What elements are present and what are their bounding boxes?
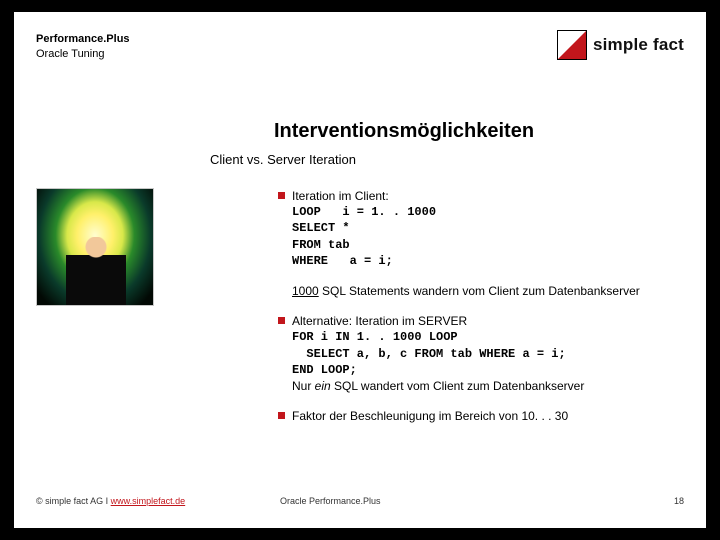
bullet-3-text: Faktor der Beschleunigung im Bereich von… — [292, 409, 568, 423]
footer-center: Oracle Performance.Plus — [280, 496, 381, 506]
logo: simple fact — [557, 30, 684, 60]
logo-mark-icon — [557, 30, 587, 60]
header-line-2: Oracle Tuning — [36, 47, 130, 62]
bullet-2-tail: Nur ein SQL wandert vom Client zum Daten… — [292, 378, 696, 394]
bullet-1-lead: Iteration im Client: — [292, 188, 696, 204]
bullet-2-code: FOR i IN 1. . 1000 LOOP SELECT a, b, c F… — [292, 329, 696, 378]
header: Performance.Plus Oracle Tuning simple fa… — [36, 32, 684, 74]
footer-left: © simple fact AG I www.simplefact.de — [36, 496, 185, 506]
bullet-2-tail-pre: Nur — [292, 379, 315, 393]
page-title: Interventionsmöglichkeiten — [274, 120, 534, 143]
bullet-1-code: LOOP i = 1. . 1000 SELECT * FROM tab WHE… — [292, 204, 696, 269]
bullet-2-tail-em: ein — [315, 379, 331, 393]
footer-page-number: 18 — [674, 496, 684, 506]
slide: Performance.Plus Oracle Tuning simple fa… — [14, 12, 706, 528]
bullet-server-iteration: Alternative: Iteration im SERVER FOR i I… — [278, 313, 696, 394]
bullet-client-iteration: Iteration im Client: LOOP i = 1. . 1000 … — [278, 188, 696, 269]
footer-copyright: © simple fact AG I — [36, 496, 111, 506]
footer-link[interactable]: www.simplefact.de — [111, 496, 186, 506]
illustration-image — [36, 188, 154, 306]
header-line-1: Performance.Plus — [36, 32, 130, 47]
note-rest: SQL Statements wandern vom Client zum Da… — [319, 284, 640, 298]
note-1000-statements: 1000 SQL Statements wandern vom Client z… — [278, 283, 696, 299]
bullet-2-tail-post: SQL wandert vom Client zum Datenbankserv… — [331, 379, 585, 393]
page-subtitle: Client vs. Server Iteration — [210, 152, 356, 167]
content-area: Iteration im Client: LOOP i = 1. . 1000 … — [278, 188, 696, 438]
header-title-block: Performance.Plus Oracle Tuning — [36, 32, 130, 62]
note-count: 1000 — [292, 284, 319, 298]
bullet-speedup-factor: Faktor der Beschleunigung im Bereich von… — [278, 408, 696, 424]
bullet-2-lead: Alternative: Iteration im SERVER — [292, 313, 696, 329]
logo-text: simple fact — [593, 35, 684, 55]
